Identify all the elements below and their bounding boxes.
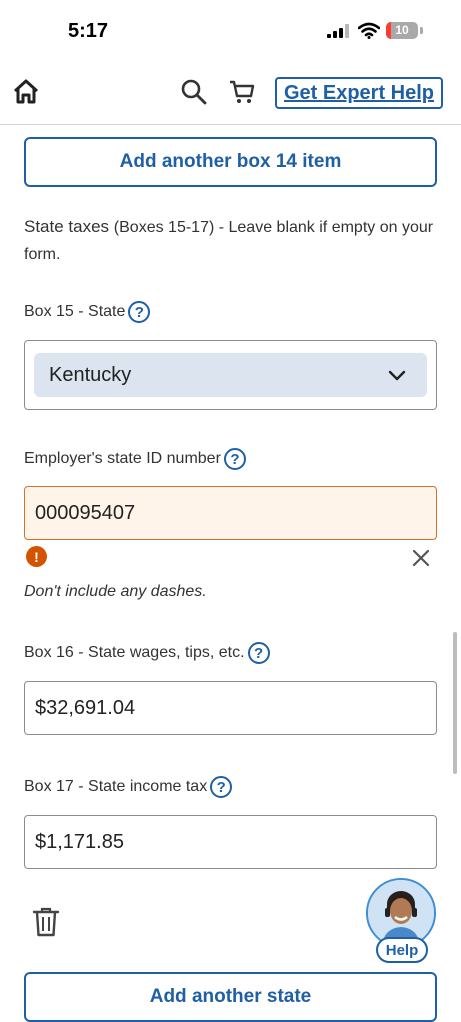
battery-icon: 10 <box>386 22 418 39</box>
close-icon[interactable] <box>410 547 432 569</box>
wifi-icon <box>358 22 380 39</box>
box15-label-text: Box 15 - State <box>24 303 126 320</box>
help-label[interactable]: Help <box>376 937 428 963</box>
employer-id-label-text: Employer's state ID number <box>24 450 221 467</box>
box16-wages-input[interactable]: $32,691.04 <box>24 681 437 735</box>
employer-id-input[interactable]: 000095407 <box>24 486 437 540</box>
box16-help-icon[interactable]: ? <box>247 642 270 664</box>
scrollbar[interactable] <box>453 632 457 774</box>
add-another-state-button[interactable]: Add another state <box>24 972 437 1022</box>
battery-nub <box>420 27 423 34</box>
help-assistant-button[interactable]: Help <box>365 876 439 966</box>
box15-selected-value: Kentucky <box>49 363 132 386</box>
trash-icon[interactable] <box>32 906 60 938</box>
state-taxes-title: State taxes <box>24 217 110 236</box>
status-bar: 5:17 10 <box>0 0 461 60</box>
employer-id-help-icon[interactable]: ? <box>223 448 246 470</box>
box16-label: Box 16 - State wages, tips, etc. ? <box>24 642 270 664</box>
add-box14-button[interactable]: Add another box 14 item <box>24 137 437 187</box>
box15-label: Box 15 - State ? <box>24 301 151 323</box>
home-icon[interactable] <box>12 78 40 106</box>
box17-help-icon[interactable]: ? <box>210 776 233 798</box>
box17-tax-input[interactable]: $1,171.85 <box>24 815 437 869</box>
box15-state-select[interactable]: Kentucky <box>24 340 437 410</box>
employer-id-error-message: Don't include any dashes. <box>24 583 207 600</box>
cart-icon[interactable] <box>228 78 256 106</box>
chevron-down-icon <box>388 370 406 381</box>
box16-label-text: Box 16 - State wages, tips, etc. <box>24 644 245 661</box>
search-icon[interactable] <box>180 78 208 106</box>
signal-icon <box>327 24 349 38</box>
top-nav: Get Expert Help <box>0 60 461 125</box>
battery-level: 10 <box>395 23 409 37</box>
status-time: 5:17 <box>68 20 109 42</box>
alert-icon: ! <box>26 546 47 567</box>
box17-label-text: Box 17 - State income tax <box>24 778 208 795</box>
employer-id-label: Employer's state ID number ? <box>24 448 246 470</box>
box17-label: Box 17 - State income tax ? <box>24 776 233 798</box>
box15-help-icon[interactable]: ? <box>128 301 151 323</box>
get-expert-help-button[interactable]: Get Expert Help <box>275 77 443 109</box>
state-taxes-heading: State taxes (Boxes 15-17) - Leave blank … <box>24 214 444 268</box>
